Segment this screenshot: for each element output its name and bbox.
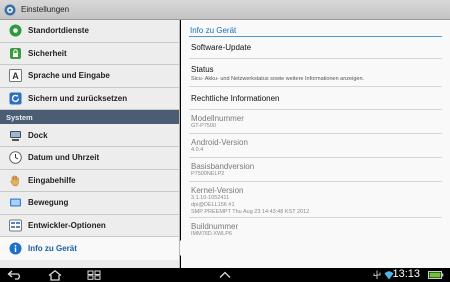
- sidebar-item-date-time[interactable]: Datum und Uhrzeit: [0, 146, 179, 170]
- build-number-row[interactable]: Buildnummer IMM76D.XWLP6: [189, 218, 442, 242]
- backup-icon: [8, 92, 22, 106]
- legal-info-row[interactable]: Rechtliche Informationen: [189, 87, 442, 110]
- hand-icon: [8, 173, 22, 187]
- status-label: Status: [191, 65, 214, 74]
- clock-icon: [8, 151, 22, 165]
- dock-icon: [8, 128, 22, 142]
- sidebar-item-accessibility[interactable]: Eingabehilfe: [0, 169, 179, 193]
- kernel-version-line: 3.1.10-1052411: [191, 195, 230, 201]
- sidebar-item-security[interactable]: Sicherheit: [0, 42, 179, 66]
- status-description: Sicu- Akku- und Netzwerkstatus sowie wei…: [191, 76, 365, 82]
- sidebar-item-label: Dock: [28, 130, 48, 140]
- sidebar-item-label: Eingabehilfe: [28, 175, 76, 185]
- settings-sidebar: Standortdienste Sicherheit A Sprache und…: [0, 20, 188, 268]
- title-bar: Einstellungen: [0, 0, 450, 20]
- battery-icon: [428, 271, 444, 279]
- system-nav-bar: 13:13: [0, 268, 450, 282]
- model-number-label: Modellnummer: [191, 114, 244, 123]
- software-update-label: Software-Update: [191, 43, 252, 52]
- status-row[interactable]: Status Sicu- Akku- und Netzwerkstatus so…: [189, 59, 442, 87]
- sidebar-item-dock[interactable]: Dock: [0, 124, 179, 147]
- home-icon: [48, 269, 62, 281]
- sidebar-item-label: Datum und Uhrzeit: [28, 153, 100, 163]
- sidebar-item-about-device[interactable]: Info zu Gerät: [0, 237, 188, 260]
- home-button[interactable]: [46, 269, 64, 281]
- panel-title: Info zu Gerät: [189, 20, 442, 37]
- baseband-version-value: P7500NELP2: [191, 171, 225, 177]
- baseband-version-label: Basisbandversion: [191, 162, 255, 171]
- sidebar-section-system: System: [0, 110, 179, 125]
- motion-icon: [8, 196, 22, 210]
- kernel-version-row: Kernel-Version 3.1.10-1052411 dpi@DELL15…: [189, 182, 442, 218]
- sidebar-item-motion[interactable]: Bewegung: [0, 192, 179, 215]
- svg-text:A: A: [12, 71, 19, 81]
- sidebar-item-label: Sicherheit: [28, 48, 67, 58]
- sidebar-item-label: Info zu Gerät: [28, 244, 77, 254]
- recent-apps-icon: [87, 270, 101, 280]
- kernel-version-line: SMP PREEMPT Thu Aug 23 14:43:48 KST 2012: [191, 209, 310, 215]
- sidebar-item-label: Bewegung: [28, 198, 69, 208]
- developer-icon: [8, 219, 22, 233]
- android-version-value: 4.0.4: [191, 147, 204, 153]
- model-number-value: GT-P7500: [191, 123, 217, 129]
- location-icon: [8, 24, 22, 38]
- recent-apps-button[interactable]: [85, 269, 103, 281]
- sidebar-item-label: Sprache und Eingabe: [28, 71, 110, 81]
- app-tray-button[interactable]: [216, 269, 234, 281]
- info-icon: [8, 242, 22, 256]
- kernel-version-line: dpi@DELL156 #1: [191, 202, 235, 208]
- sidebar-item-label: Sichern und zurücksetzen: [28, 94, 128, 104]
- sidebar-item-label: Standortdienste: [28, 26, 89, 36]
- sidebar-item-developer[interactable]: Entwickler-Optionen: [0, 214, 179, 238]
- android-version-label: Android-Version: [191, 138, 248, 147]
- about-device-panel: Info zu Gerät Software-Update Status Sic…: [181, 20, 450, 268]
- kernel-version-label: Kernel-Version: [191, 186, 244, 195]
- sidebar-item-label: Entwickler-Optionen: [28, 221, 106, 231]
- back-icon: [7, 270, 20, 280]
- model-number-row: Modellnummer GT-P7500: [189, 110, 442, 134]
- baseband-version-row: Basisbandversion P7500NELP2: [189, 158, 442, 182]
- lock-icon: [8, 46, 22, 60]
- android-version-row[interactable]: Android-Version 4.0.4: [189, 134, 442, 158]
- sidebar-item-language[interactable]: A Sprache und Eingabe: [0, 65, 179, 88]
- build-number-value: IMM76D.XWLP6: [191, 231, 232, 237]
- app-title: Einstellungen: [21, 5, 70, 14]
- usb-icon: [373, 270, 381, 279]
- up-arrow-icon: [219, 271, 231, 278]
- back-button[interactable]: [6, 269, 24, 281]
- software-update-row[interactable]: Software-Update: [189, 37, 442, 59]
- settings-app-icon[interactable]: [4, 4, 16, 16]
- language-icon: A: [8, 69, 22, 83]
- build-number-label: Buildnummer: [191, 222, 239, 231]
- sidebar-item-backup[interactable]: Sichern und zurücksetzen: [0, 87, 179, 111]
- legal-info-label: Rechtliche Informationen: [191, 93, 280, 103]
- sidebar-item-location[interactable]: Standortdienste: [0, 20, 179, 43]
- status-clock: 13:13: [392, 268, 420, 280]
